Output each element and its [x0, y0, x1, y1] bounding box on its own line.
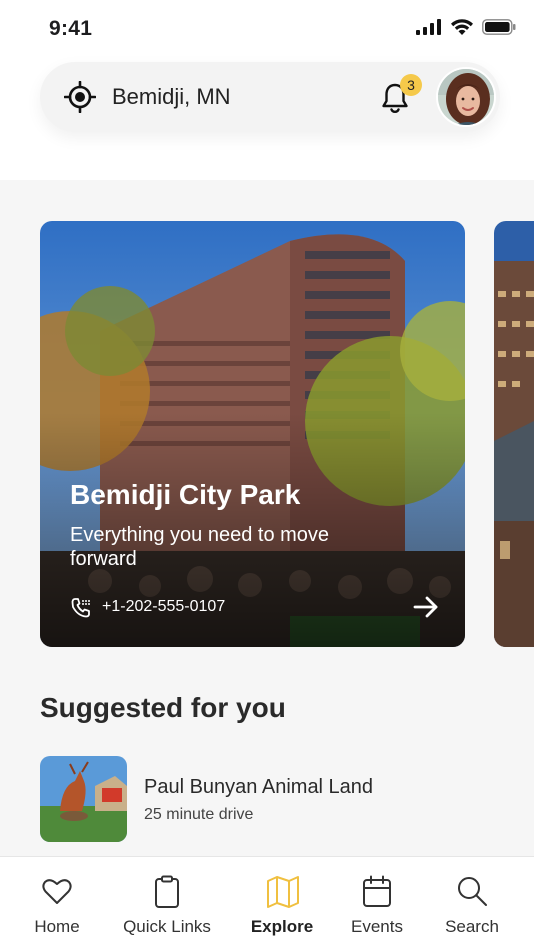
status-time: 9:41 — [49, 17, 93, 40]
card-phone-number[interactable]: +1-202-555-0107 — [102, 598, 225, 616]
next-place-card[interactable] — [494, 221, 534, 647]
next-place-image — [494, 221, 534, 647]
featured-place-card[interactable]: Bemidji City Park Everything you need to… — [40, 221, 465, 647]
battery-icon — [482, 19, 516, 35]
location-label: Bemidji, MN — [112, 84, 231, 109]
tab-search[interactable]: Search — [419, 857, 525, 950]
location-target-icon — [64, 81, 96, 113]
suggested-item-thumbnail[interactable] — [40, 756, 127, 842]
tab-events[interactable]: Events — [324, 857, 430, 950]
status-bar: 9:41 — [0, 0, 534, 58]
suggested-item-image — [40, 756, 127, 842]
notification-badge: 3 — [400, 74, 422, 96]
clipboard-icon — [155, 875, 179, 908]
tab-events-label: Events — [351, 917, 403, 936]
suggested-heading: Suggested for you — [40, 692, 286, 723]
tab-quick-links-label: Quick Links — [123, 917, 211, 936]
cellular-signal-icon — [416, 19, 441, 35]
phone-icon — [71, 598, 90, 618]
bottom-tab-bar: Home Quick Links Explore Events Search — [0, 856, 534, 950]
status-icons — [416, 18, 516, 36]
location-bar[interactable]: Bemidji, MN 3 — [40, 62, 500, 132]
tab-explore-label: Explore — [250, 917, 314, 936]
tab-search-label: Search — [445, 917, 499, 936]
avatar-photo — [438, 69, 494, 125]
featured-place-image — [40, 221, 465, 647]
map-icon — [267, 876, 299, 908]
suggested-item-name[interactable]: Paul Bunyan Animal Land — [144, 776, 373, 799]
suggested-item-detail: 25 minute drive — [144, 806, 254, 823]
calendar-icon — [363, 875, 391, 907]
avatar[interactable] — [436, 67, 496, 127]
tab-home-label: Home — [34, 917, 80, 936]
card-title: Bemidji City Park — [70, 479, 301, 510]
arrow-right-icon[interactable] — [412, 593, 440, 621]
tab-explore[interactable]: Explore — [229, 857, 335, 950]
search-icon — [458, 877, 487, 906]
heart-icon — [42, 879, 72, 904]
tab-quick-links[interactable]: Quick Links — [114, 857, 220, 950]
card-subtitle: Everything you need to move forward — [70, 524, 330, 570]
tab-home[interactable]: Home — [4, 857, 110, 950]
wifi-icon — [451, 19, 473, 35]
